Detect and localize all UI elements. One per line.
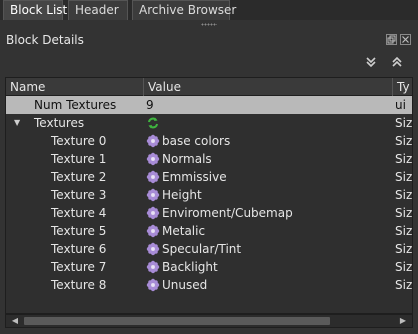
panel-title: Block Details: [6, 33, 84, 47]
row-name: Texture 7: [51, 260, 107, 274]
tree-row-texture-3[interactable]: Texture 3 Height Siz: [6, 186, 412, 204]
row-name: Texture 0: [51, 134, 107, 148]
column-header-type[interactable]: Ty: [393, 78, 412, 96]
tree-row-texture-2[interactable]: Texture 2 Emmissive Siz: [6, 168, 412, 186]
row-name: Texture 2: [51, 170, 107, 184]
row-type: Siz: [395, 260, 412, 274]
row-name: Num Textures: [34, 98, 117, 112]
tree-row-texture-5[interactable]: Texture 5 Metalic Siz: [6, 222, 412, 240]
row-type: Siz: [395, 242, 412, 256]
row-type: Siz: [395, 224, 412, 238]
tab-header[interactable]: Header: [68, 0, 128, 20]
texture-flower-icon: [146, 242, 160, 256]
tab-block-list[interactable]: Block List: [3, 0, 67, 20]
row-name: Texture 5: [51, 224, 107, 238]
row-value: Metalic: [162, 224, 206, 238]
column-header-name[interactable]: Name: [6, 78, 144, 96]
row-type: Siz: [395, 152, 412, 166]
tree-row-texture-6[interactable]: Texture 6 Specular/Tint Siz: [6, 240, 412, 258]
tree-row-num-textures[interactable]: Num Textures 9 ui: [6, 96, 412, 114]
tab-archive-browser[interactable]: Archive Browser: [132, 0, 236, 20]
texture-flower-icon: [146, 134, 160, 148]
chevron-double-down-icon[interactable]: [364, 56, 378, 70]
scrollbar-thumb[interactable]: [24, 317, 330, 325]
texture-flower-icon: [146, 278, 160, 292]
texture-flower-icon: [146, 152, 160, 166]
scroll-right-icon[interactable]: ▶: [396, 315, 410, 327]
row-name: Texture 1: [51, 152, 107, 166]
tree-row-texture-7[interactable]: Texture 7 Backlight Siz: [6, 258, 412, 276]
row-value: Normals: [162, 152, 212, 166]
tree-row-texture-8[interactable]: Texture 8 Unused Siz: [6, 276, 412, 294]
texture-flower-icon: [146, 188, 160, 202]
texture-flower-icon: [146, 260, 160, 274]
row-value: Height: [162, 188, 202, 202]
row-value: Emmissive: [162, 170, 227, 184]
texture-flower-icon: [146, 206, 160, 220]
close-icon[interactable]: [400, 34, 411, 45]
expand-arrow-icon[interactable]: ▼: [14, 114, 24, 132]
row-value: Enviroment/Cubemap: [162, 206, 293, 220]
row-name: Textures: [34, 116, 85, 130]
row-value: Specular/Tint: [162, 242, 242, 256]
row-type: ui: [395, 98, 406, 112]
row-type: Siz: [395, 134, 412, 148]
tree-row-texture-1[interactable]: Texture 1 Normals Siz: [6, 150, 412, 168]
scroll-left-icon[interactable]: ◀: [8, 315, 22, 327]
row-type: Siz: [395, 188, 412, 202]
texture-flower-icon: [146, 224, 160, 238]
tree-row-texture-4[interactable]: Texture 4 Enviroment/Cubemap Siz: [6, 204, 412, 222]
tree-row-textures[interactable]: ▼ Textures Siz: [6, 114, 412, 132]
row-name: Texture 8: [51, 278, 107, 292]
row-type: Siz: [395, 170, 412, 184]
row-value: Backlight: [162, 260, 218, 274]
row-type: Siz: [395, 116, 412, 130]
row-type: Siz: [395, 206, 412, 220]
refresh-icon: [146, 116, 160, 130]
block-details-tree[interactable]: Name Value Ty Num Textures 9 ui ▼ Textur…: [5, 77, 413, 314]
tree-header: Name Value Ty: [6, 78, 412, 96]
row-value: 9: [146, 98, 154, 112]
tab-bar: Block List Header Archive Browser: [0, 0, 418, 20]
row-type: Siz: [395, 278, 412, 292]
splitter-grip[interactable]: [201, 23, 217, 26]
row-value: Unused: [162, 278, 208, 292]
texture-flower-icon: [146, 170, 160, 184]
row-value: base colors: [162, 134, 231, 148]
row-name: Texture 4: [51, 206, 107, 220]
tree-row-texture-0[interactable]: Texture 0 base colors Siz: [6, 132, 412, 150]
column-header-value[interactable]: Value: [144, 78, 393, 96]
float-icon[interactable]: [386, 34, 397, 45]
horizontal-scrollbar[interactable]: ◀ ▶: [5, 314, 413, 328]
row-name: Texture 6: [51, 242, 107, 256]
chevron-double-up-icon[interactable]: [390, 56, 404, 70]
row-name: Texture 3: [51, 188, 107, 202]
